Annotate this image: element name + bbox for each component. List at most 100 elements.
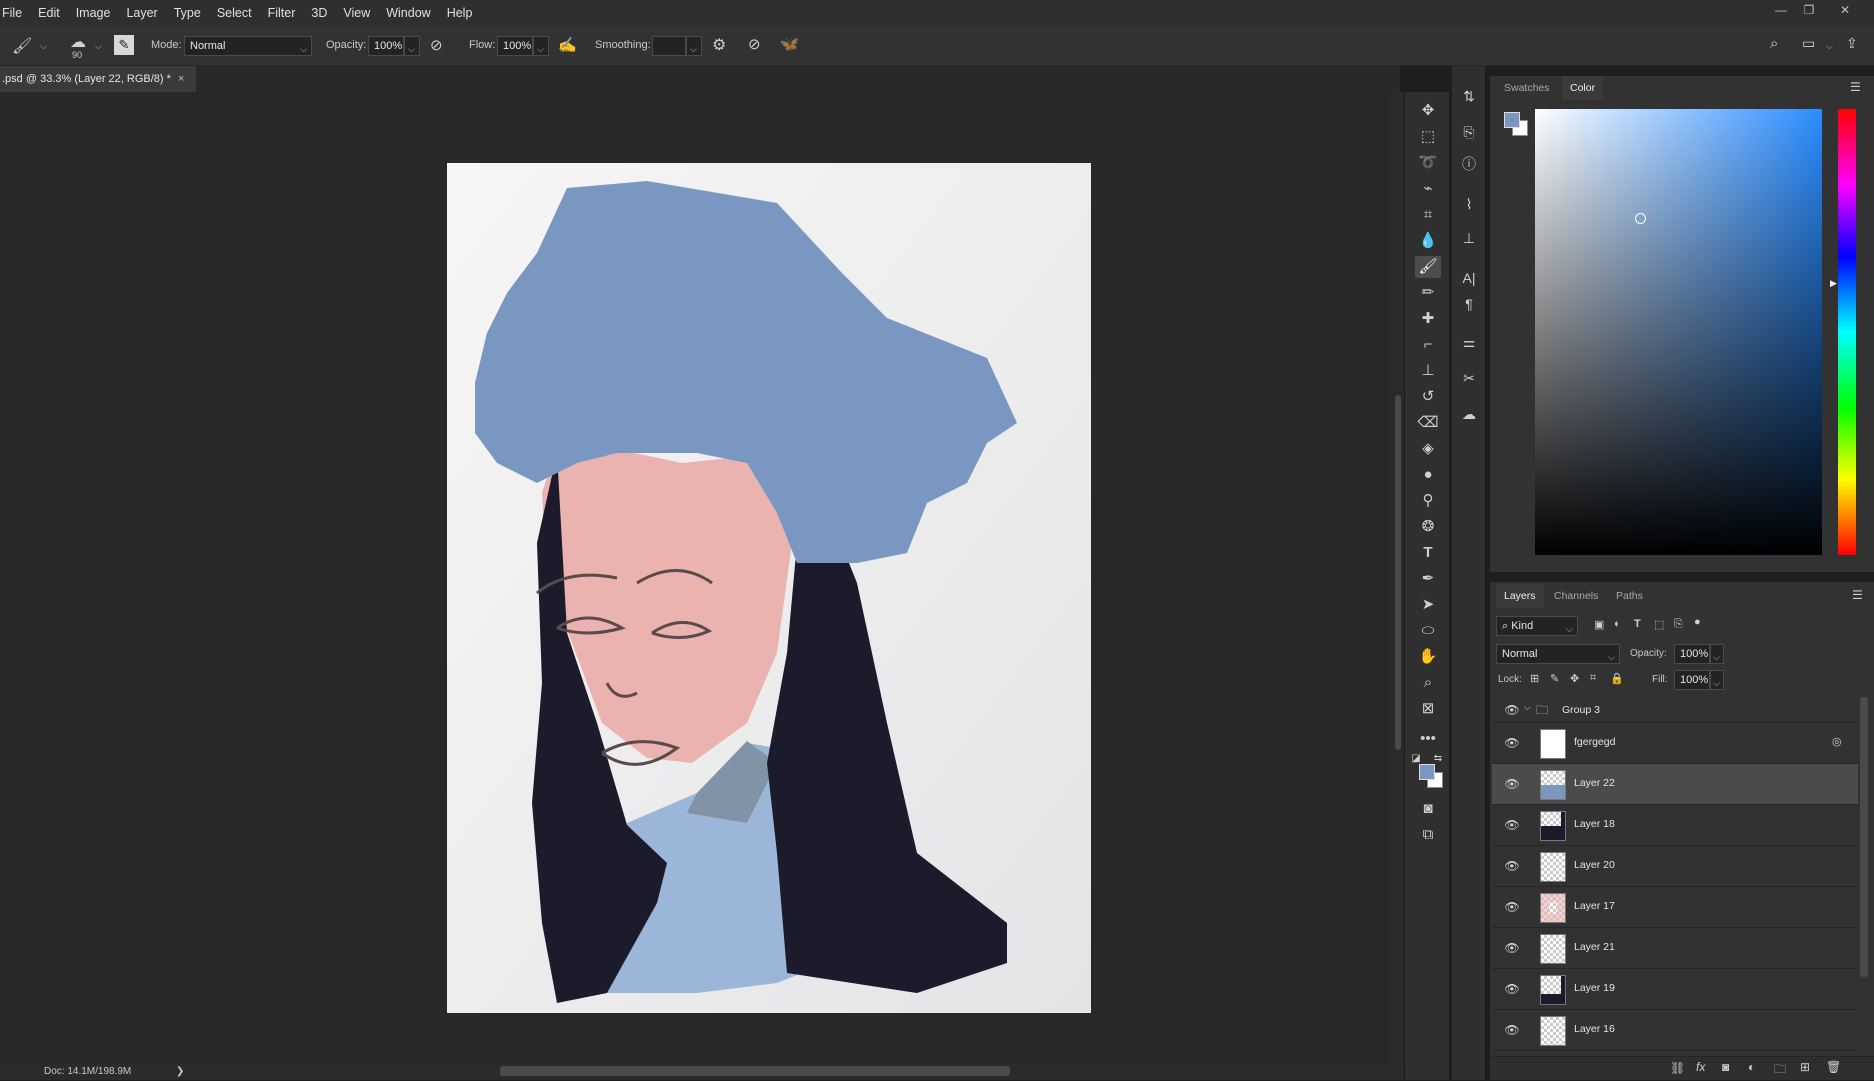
chevron-down-icon[interactable]: ⌵: [40, 41, 47, 52]
flow-input[interactable]: 100%: [497, 36, 533, 56]
pen-tool-icon[interactable]: ✒: [1415, 568, 1441, 590]
crop-tool-icon[interactable]: ⌗: [1415, 204, 1441, 226]
fill-input[interactable]: 100%: [1674, 670, 1710, 690]
smart-filter-icon[interactable]: ◎: [1832, 735, 1842, 748]
menu-select[interactable]: Select: [209, 0, 260, 26]
more-tools-icon[interactable]: •••: [1415, 728, 1441, 750]
filter-toggle-icon[interactable]: ●: [1694, 616, 1701, 628]
brush-tip-icon[interactable]: ☁: [64, 32, 92, 52]
layer-opacity-input[interactable]: 100%: [1674, 644, 1710, 664]
layer-comps-icon[interactable]: ⎘: [1457, 120, 1481, 144]
panel-menu-icon[interactable]: ☰: [1852, 588, 1863, 602]
layers-scrollbar-thumb[interactable]: [1860, 697, 1868, 977]
filter-smart-object-icon[interactable]: ⎘: [1674, 618, 1683, 631]
smoothing-input[interactable]: [652, 36, 686, 56]
brush-tool-icon[interactable]: 🖌: [1415, 256, 1441, 278]
color-picker-cursor[interactable]: [1635, 213, 1646, 224]
visibility-eye-icon[interactable]: 👁: [1504, 940, 1520, 956]
flow-dropdown[interactable]: ⌵: [533, 36, 549, 56]
screen-mode-icon[interactable]: ⧉: [1415, 824, 1441, 846]
quick-mask-icon[interactable]: ◙: [1415, 798, 1441, 820]
visibility-eye-icon[interactable]: 👁: [1504, 776, 1520, 792]
layer-group-row[interactable]: 👁 ⌵ 🗀 Group 3: [1492, 697, 1858, 723]
visibility-eye-icon[interactable]: 👁: [1504, 735, 1520, 751]
close-tab-icon[interactable]: ×: [178, 66, 184, 92]
paragraph-panel-icon[interactable]: ¶: [1457, 292, 1481, 316]
brush-settings-icon[interactable]: ✎: [114, 35, 134, 55]
workspace-icon[interactable]: ▭: [1802, 35, 1815, 52]
layer-row[interactable]: 👁 Layer 20: [1492, 846, 1858, 887]
info-icon[interactable]: ⓘ: [1457, 152, 1481, 176]
panel-menu-icon[interactable]: ☰: [1850, 80, 1861, 94]
gear-icon[interactable]: ⚙: [712, 35, 726, 55]
brush-tool-preset-icon[interactable]: 🖌: [12, 36, 32, 56]
tab-paths[interactable]: Paths: [1608, 584, 1651, 608]
menu-type[interactable]: Type: [166, 0, 209, 26]
symmetry-icon[interactable]: 🦋: [780, 35, 799, 53]
layer-row[interactable]: 👁 Layer 22: [1492, 764, 1858, 805]
blend-mode-select[interactable]: Normal ⌵: [1496, 644, 1620, 664]
lock-transparent-icon[interactable]: ⊞: [1530, 672, 1539, 685]
hue-slider[interactable]: [1838, 109, 1856, 555]
delete-layer-icon[interactable]: 🗑: [1826, 1060, 1841, 1074]
menu-layer[interactable]: Layer: [118, 0, 165, 26]
blur-tool-icon[interactable]: ●: [1415, 464, 1441, 486]
mode-select[interactable]: Normal ⌵: [184, 36, 312, 56]
fill-dropdown[interactable]: ⌵: [1710, 670, 1724, 690]
visibility-eye-icon[interactable]: 👁: [1504, 1022, 1520, 1038]
tab-channels[interactable]: Channels: [1546, 584, 1606, 608]
horizontal-scroll-thumb[interactable]: [500, 1066, 1010, 1076]
path-selection-tool-icon[interactable]: ➤: [1415, 594, 1441, 616]
chevron-down-icon[interactable]: ⌵: [1826, 41, 1833, 52]
foreground-color-swatch[interactable]: [1419, 764, 1435, 780]
smoothing-dropdown[interactable]: ⌵: [686, 36, 702, 56]
character-panel-icon[interactable]: A|: [1457, 266, 1481, 290]
hand-tool-icon[interactable]: ✋: [1415, 646, 1441, 668]
adjustment-layer-icon[interactable]: ◐: [1748, 1060, 1755, 1074]
visibility-eye-icon[interactable]: 👁: [1504, 981, 1520, 997]
menu-help[interactable]: Help: [439, 0, 481, 26]
clone-source-icon[interactable]: ⊥: [1457, 226, 1481, 250]
close-window-icon[interactable]: ✕: [1832, 0, 1858, 20]
menu-filter[interactable]: Filter: [260, 0, 304, 26]
menu-edit[interactable]: Edit: [30, 0, 68, 26]
vertical-scroll-thumb[interactable]: [1395, 395, 1401, 750]
opacity-input[interactable]: 100%: [368, 36, 404, 56]
filter-adjustment-icon[interactable]: ◐: [1614, 618, 1621, 630]
dodge-tool-icon[interactable]: ⚲: [1415, 490, 1441, 512]
marquee-tool-icon[interactable]: ⬚: [1415, 126, 1441, 148]
layer-row[interactable]: 👁 Layer 19: [1492, 969, 1858, 1010]
history-panel-icon[interactable]: ⇅: [1457, 84, 1481, 108]
airbrush-icon[interactable]: ✍: [558, 36, 577, 54]
layer-row[interactable]: 👁 Layer 16: [1492, 1010, 1858, 1051]
lock-all-icon[interactable]: 🔒: [1610, 672, 1624, 685]
brushes-panel-icon[interactable]: ⌇: [1457, 192, 1481, 216]
layer-filter-select[interactable]: ⌕ Kind ⌵: [1496, 616, 1578, 636]
new-group-icon[interactable]: 🗀: [1774, 1060, 1786, 1081]
tool-presets-icon[interactable]: ✂: [1457, 366, 1481, 390]
add-mask-icon[interactable]: ◙: [1722, 1060, 1729, 1074]
restore-icon[interactable]: ❐: [1796, 0, 1822, 20]
frame-tool-icon[interactable]: ⊠: [1415, 698, 1441, 720]
ellipse-tool-icon[interactable]: ⬭: [1415, 620, 1441, 642]
menu-view[interactable]: View: [335, 0, 378, 26]
visibility-eye-icon[interactable]: 👁: [1504, 858, 1520, 874]
search-icon[interactable]: ⌕: [1770, 35, 1778, 52]
adjustments-icon[interactable]: ⚌: [1457, 330, 1481, 354]
chevron-down-icon[interactable]: ⌵: [95, 41, 102, 52]
layer-row[interactable]: 👁 fgergegd ◎: [1492, 723, 1858, 764]
menu-3d[interactable]: 3D: [303, 0, 335, 26]
artwork-canvas[interactable]: [447, 163, 1091, 1013]
opacity-dropdown[interactable]: ⌵: [404, 36, 420, 56]
lock-image-icon[interactable]: ✎: [1550, 672, 1559, 685]
lasso-tool-icon[interactable]: ➰: [1415, 152, 1441, 174]
lock-position-icon[interactable]: ✥: [1570, 672, 1579, 685]
status-menu-arrow[interactable]: ❯: [176, 1066, 184, 1077]
mixer-brush-tool-icon[interactable]: ⌐: [1415, 334, 1441, 356]
menu-file[interactable]: File: [0, 0, 30, 26]
color-panel-foreground-swatch[interactable]: [1504, 112, 1520, 128]
layer-style-icon[interactable]: fx: [1696, 1060, 1705, 1074]
menu-image[interactable]: Image: [68, 0, 119, 26]
filter-pixel-icon[interactable]: ▣: [1594, 618, 1604, 631]
sponge-tool-icon[interactable]: ❂: [1415, 516, 1441, 538]
